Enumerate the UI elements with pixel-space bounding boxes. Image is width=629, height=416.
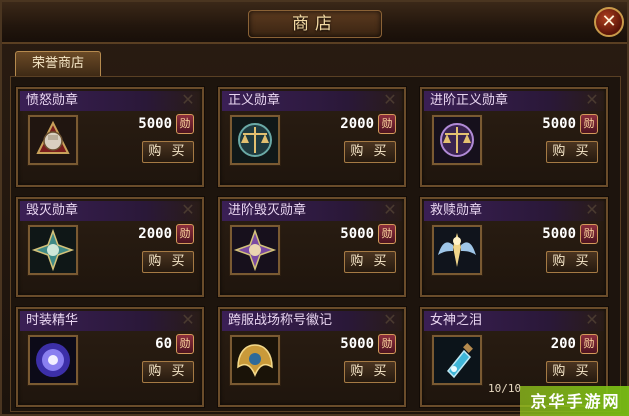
honor-coin-icon: 勋 — [176, 334, 194, 354]
title-plate: 商店 — [248, 10, 382, 38]
item-price: 2000 — [340, 116, 374, 132]
shop-item-1: 愤怒勋章 ✕ 5000 勋 购 买 — [16, 87, 204, 187]
shop-item-4: 毁灭勋章 ✕ 2000 勋 购 买 — [16, 197, 204, 297]
watermark: 京华手游网 — [520, 386, 629, 416]
item-price: 5000 — [138, 116, 172, 132]
item-close-mark: ✕ — [181, 200, 195, 219]
honor-coin-icon: 勋 — [580, 334, 598, 354]
item-name: 进阶正义勋章 — [430, 93, 509, 108]
item-price: 5000 — [542, 116, 576, 132]
item-close-mark: ✕ — [585, 310, 599, 329]
star-medal-icon[interactable] — [28, 225, 78, 275]
item-close-mark: ✕ — [383, 200, 397, 219]
item-close-mark: ✕ — [181, 90, 195, 109]
shop-item-5: 进阶毁灭勋章 ✕ 5000 勋 购 买 — [218, 197, 406, 297]
close-button[interactable]: ✕ — [594, 7, 624, 37]
item-name: 毁灭勋章 — [26, 203, 79, 218]
honor-coin-icon: 勋 — [580, 224, 598, 244]
item-close-mark: ✕ — [383, 90, 397, 109]
potion-icon[interactable] — [432, 335, 482, 385]
item-close-mark: ✕ — [585, 200, 599, 219]
scales-medal-icon[interactable] — [230, 115, 280, 165]
star-medal-icon[interactable] — [230, 225, 280, 275]
buy-button[interactable]: 购 买 — [546, 361, 598, 383]
buy-button[interactable]: 购 买 — [546, 141, 598, 163]
item-price: 5000 — [340, 336, 374, 352]
honor-coin-icon: 勋 — [176, 114, 194, 134]
item-price: 200 — [550, 336, 576, 352]
item-name: 进阶毁灭勋章 — [228, 203, 307, 218]
honor-coin-icon: 勋 — [580, 114, 598, 134]
buy-button[interactable]: 购 买 — [344, 141, 396, 163]
honor-coin-icon: 勋 — [378, 224, 396, 244]
scales-medal-icon[interactable] — [432, 115, 482, 165]
window-title: 商店 — [292, 14, 338, 34]
item-price: 5000 — [340, 226, 374, 242]
page-indicator: 10/10 — [488, 382, 522, 395]
item-price: 5000 — [542, 226, 576, 242]
buy-button[interactable]: 购 买 — [142, 141, 194, 163]
buy-button[interactable]: 购 买 — [546, 251, 598, 273]
item-name: 跨服战场称号徽记 — [228, 313, 333, 328]
shop-item-7: 时装精华 ✕ 60 勋 购 买 — [16, 307, 204, 407]
item-close-mark: ✕ — [585, 90, 599, 109]
shop-item-2: 正义勋章 ✕ 2000 勋 购 买 — [218, 87, 406, 187]
item-name: 愤怒勋章 — [26, 93, 79, 108]
fist-medal-icon[interactable] — [28, 115, 78, 165]
shop-window: 商店 ✕ 荣誉商店 愤怒勋章 ✕ 5000 勋 购 买 正义勋章 ✕ 2000 … — [0, 0, 629, 416]
item-close-mark: ✕ — [181, 310, 195, 329]
buy-button[interactable]: 购 买 — [344, 361, 396, 383]
item-name: 时装精华 — [26, 313, 79, 328]
tab-honor-shop[interactable]: 荣誉商店 — [15, 51, 101, 76]
honor-coin-icon: 勋 — [378, 334, 396, 354]
buy-button[interactable]: 购 买 — [344, 251, 396, 273]
item-price: 60 — [155, 336, 172, 352]
buy-button[interactable]: 购 买 — [142, 361, 194, 383]
honor-coin-icon: 勋 — [176, 224, 194, 244]
buy-button[interactable]: 购 买 — [142, 251, 194, 273]
angel-medal-icon[interactable] — [432, 225, 482, 275]
item-close-mark: ✕ — [383, 310, 397, 329]
item-price: 2000 — [138, 226, 172, 242]
shop-item-8: 跨服战场称号徽记 ✕ 5000 勋 购 买 — [218, 307, 406, 407]
winged-emblem-icon[interactable] — [230, 335, 280, 385]
item-name: 女神之泪 — [430, 313, 483, 328]
shop-item-6: 救赎勋章 ✕ 5000 勋 购 买 — [420, 197, 608, 297]
item-name: 正义勋章 — [228, 93, 281, 108]
honor-coin-icon: 勋 — [378, 114, 396, 134]
shop-item-3: 进阶正义勋章 ✕ 5000 勋 购 买 — [420, 87, 608, 187]
energy-orb-icon[interactable] — [28, 335, 78, 385]
item-grid: 愤怒勋章 ✕ 5000 勋 购 买 正义勋章 ✕ 2000 勋 购 买 进阶正义… — [10, 76, 621, 412]
close-icon: ✕ — [601, 11, 617, 32]
item-name: 救赎勋章 — [430, 203, 483, 218]
title-bar: 商店 ✕ — [2, 2, 627, 44]
